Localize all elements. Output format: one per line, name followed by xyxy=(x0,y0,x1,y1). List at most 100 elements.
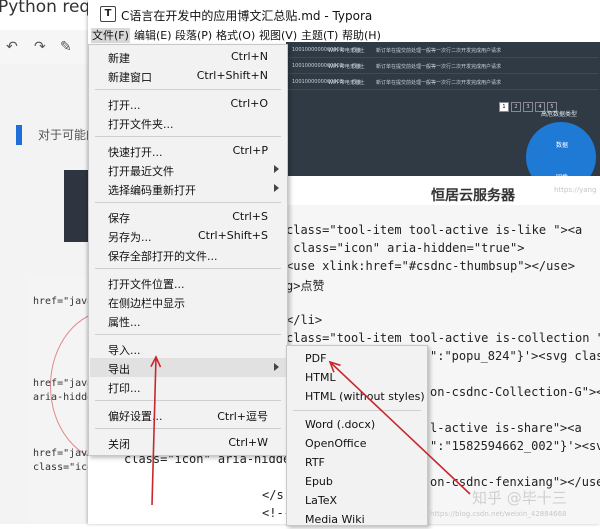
menu-separator xyxy=(95,89,281,90)
menu-help[interactable]: 帮助(H) xyxy=(341,28,382,43)
export-item-label: LaTeX xyxy=(305,494,338,507)
code-line: ":"popu_824"}'><svg class xyxy=(430,349,600,363)
code-line: class="icon" aria-hidden="true"> xyxy=(286,241,525,255)
menu-file[interactable]: 文件(F) xyxy=(91,28,130,43)
code-line: class="tool-item tool-active is-collecti… xyxy=(286,331,600,345)
export-item[interactable]: HTML (without styles) xyxy=(288,387,426,406)
export-item[interactable]: LaTeX xyxy=(288,491,426,510)
menu-separator xyxy=(95,400,281,401)
menu-item-open-folder[interactable]: 打开文件夹... xyxy=(90,113,286,132)
image-watermark: https://yang xyxy=(554,186,597,194)
menu-item-export[interactable]: 导出 xyxy=(90,358,286,377)
typora-app-icon: T xyxy=(100,6,116,22)
preview-pie-label: 数据 xyxy=(556,142,569,149)
menu-item-reveal-sidebar[interactable]: 在侧边栏中显示 xyxy=(90,292,286,311)
export-item[interactable]: RTF xyxy=(288,453,426,472)
preview-chart-title: 高危数据类型 xyxy=(541,111,578,118)
menu-edit[interactable]: 编辑(E) xyxy=(133,28,173,43)
menu-item-new-window[interactable]: 新建窗口 Ctrl+Shift+N xyxy=(90,66,286,85)
export-item[interactable]: Media Wiki xyxy=(288,510,426,529)
menu-separator xyxy=(293,410,421,411)
export-item-label: RTF xyxy=(305,456,325,469)
embedded-screenshot: 1001000000000001 WiFi 带电无线上 同步 新订单在提交前处理… xyxy=(286,42,600,176)
undo-icon[interactable]: ↶ xyxy=(6,39,18,55)
menu-separator xyxy=(95,334,281,335)
menu-separator xyxy=(95,428,281,429)
menu-item-label: 在侧边栏中显示 xyxy=(108,297,185,310)
menu-item-shortcut: Ctrl+W xyxy=(228,436,268,449)
zhihu-watermark: 知乎 @毕十三 xyxy=(472,489,567,507)
menu-item-label: 另存为... xyxy=(108,231,152,244)
submenu-arrow-icon xyxy=(274,363,279,371)
menu-item-label: 打开最近文件 xyxy=(108,165,174,178)
export-item-label: Word (.docx) xyxy=(305,418,376,431)
menu-item-label: 保存全部打开的文件... xyxy=(108,250,218,263)
menu-theme[interactable]: 主题(T) xyxy=(300,28,339,43)
export-item[interactable]: Epub xyxy=(288,472,426,491)
menu-item-label: 关闭 xyxy=(108,438,130,451)
eraser-icon[interactable]: ✎ xyxy=(60,39,72,55)
code-line: l-active is-share"><a xyxy=(430,421,582,435)
code-line: </li> xyxy=(286,313,323,327)
export-item[interactable]: OpenOffice xyxy=(288,434,426,453)
preview-page: 2 xyxy=(511,102,521,112)
menu-item-label: 打开... xyxy=(108,99,141,112)
menu-item-open-recent[interactable]: 打开最近文件 xyxy=(90,160,286,179)
menu-item-label: 打开文件位置... xyxy=(108,278,185,291)
menu-item-label: 保存 xyxy=(108,212,130,225)
menu-separator xyxy=(95,136,281,137)
redo-icon[interactable]: ↷ xyxy=(34,39,46,55)
background-title-strip: Python requests + tkcsDNkif | 操作bar xyxy=(0,0,92,22)
menu-item-shortcut: Ctrl+逗号 xyxy=(217,410,268,423)
menu-item-quick-open[interactable]: 快速打开... Ctrl+P xyxy=(90,141,286,160)
menu-item-label: 新建窗口 xyxy=(108,71,152,84)
export-item[interactable]: HTML xyxy=(288,368,426,387)
menu-item-label: 偏好设置... xyxy=(108,410,163,423)
export-submenu: PDF HTML HTML (without styles) Word (.docx)… xyxy=(286,345,428,526)
url-watermark: https://blog.csdn.net/weixin_42884668 xyxy=(430,510,567,518)
export-item[interactable]: PDF xyxy=(288,349,426,368)
menu-item-shortcut: Ctrl+O xyxy=(230,97,268,110)
export-item-label: OpenOffice xyxy=(305,437,367,450)
submenu-arrow-icon xyxy=(274,165,279,173)
menu-item-label: 快速打开... xyxy=(108,146,163,159)
menu-item-preferences[interactable]: 偏好设置... Ctrl+逗号 xyxy=(90,405,286,424)
menu-item-print[interactable]: 打印... xyxy=(90,377,286,396)
menu-item-save-all[interactable]: 保存全部打开的文件... xyxy=(90,245,286,264)
menu-item-properties[interactable]: 属性... xyxy=(90,311,286,330)
background-accent-bar xyxy=(16,125,22,145)
menu-item-shortcut: Ctrl+P xyxy=(232,144,268,157)
export-item-label: Media Wiki xyxy=(305,513,365,526)
menu-item-save-as[interactable]: 另存为... Ctrl+Shift+S xyxy=(90,226,286,245)
menu-item-save[interactable]: 保存 Ctrl+S xyxy=(90,207,286,226)
preview-page: 1 xyxy=(499,102,509,112)
menu-item-shortcut: Ctrl+S xyxy=(232,210,268,223)
menu-item-open-location[interactable]: 打开文件位置... xyxy=(90,273,286,292)
export-item[interactable]: Word (.docx) xyxy=(288,415,426,434)
background-title-text: Python requests + tkcsDNkif | 操作bar xyxy=(0,0,92,17)
code-line: ":"1582594662_002"}'><svg xyxy=(430,439,600,453)
menu-item-new[interactable]: 新建 Ctrl+N xyxy=(90,47,286,66)
file-menu: 新建 Ctrl+N 新建窗口 Ctrl+Shift+N 打开... Ctrl+O 打开文件夹… xyxy=(88,44,288,456)
menu-item-label: 打印... xyxy=(108,382,141,395)
menu-separator xyxy=(95,202,281,203)
export-item-label: HTML (without styles) xyxy=(305,390,425,403)
menu-item-open[interactable]: 打开... Ctrl+O xyxy=(90,94,286,113)
menu-item-close[interactable]: 关闭 Ctrl+W xyxy=(90,433,286,452)
menu-item-shortcut: Ctrl+N xyxy=(230,50,268,63)
menu-item-reopen-encoding[interactable]: 选择编码重新打开 xyxy=(90,179,286,198)
export-item-label: HTML xyxy=(305,371,336,384)
menu-view[interactable]: 视图(V) xyxy=(258,28,298,43)
menu-format[interactable]: 格式(O) xyxy=(215,28,256,43)
code-line: g>点赞 xyxy=(286,279,325,293)
code-line: on-csdnc-Collection-G"></ xyxy=(430,385,600,399)
menu-item-import[interactable]: 导入... xyxy=(90,339,286,358)
background-toolbar: ↶ ↷ ✎ xyxy=(0,30,92,65)
export-item-label: PDF xyxy=(305,352,327,365)
menu-paragraph[interactable]: 段落(P) xyxy=(174,28,213,43)
background-code-line: aria-hidde xyxy=(33,392,94,403)
preview-pie-label: 同步 xyxy=(556,172,568,176)
menu-item-label: 打开文件夹... xyxy=(108,118,174,131)
menu-item-shortcut: Ctrl+Shift+N xyxy=(196,69,268,82)
preview-row: 1001000000000003 WiFi 带电无线上 同步 新订单在提交前处理… xyxy=(288,76,598,90)
